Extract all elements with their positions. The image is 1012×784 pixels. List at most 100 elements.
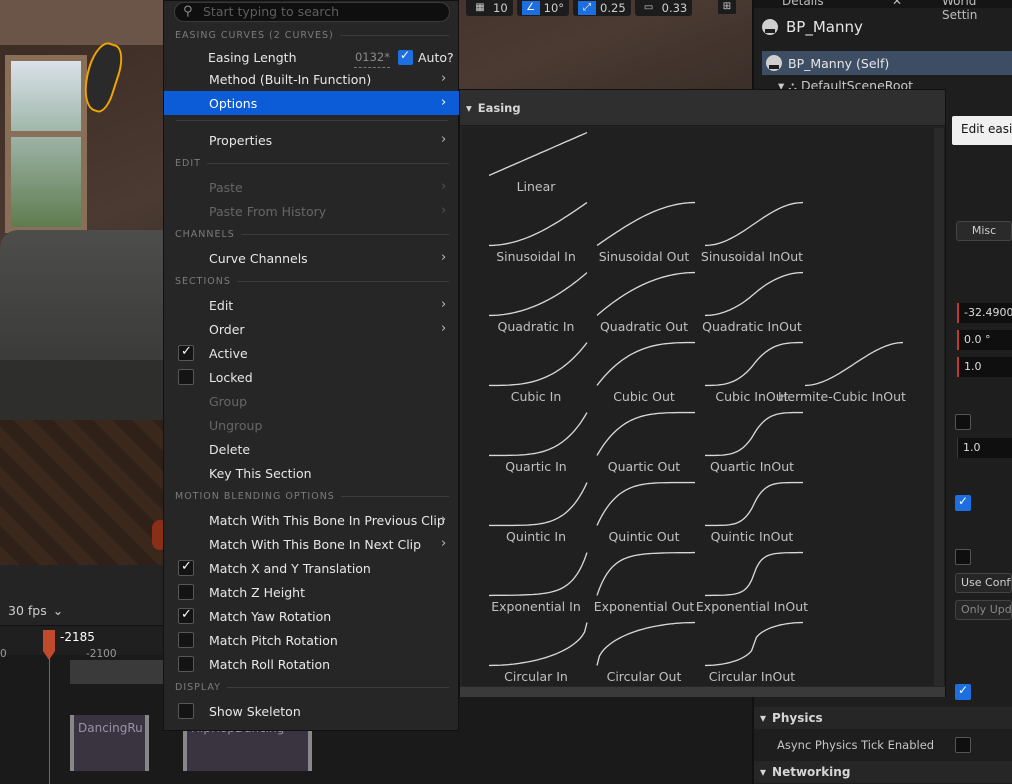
menu-item-match-pitch[interactable]: Match Pitch Rotation [164,628,460,652]
menu-item-paste: Paste › [164,175,460,199]
easing-length-input[interactable]: 0132* [354,48,390,68]
match-pitch-checkbox[interactable] [178,632,194,648]
easing-option-quint-inout[interactable]: Quintic InOut [678,477,803,547]
menu-item-match-next-clip[interactable]: Match With This Bone In Next Clip › [164,532,460,556]
show-skeleton-checkbox[interactable] [178,703,194,719]
linear-curve-icon [488,131,588,177]
rotation-field[interactable]: 0.0 ° [957,330,1012,350]
menu-item-key-this-section[interactable]: Key This Section [164,461,460,485]
menu-item-show-skeleton[interactable]: Show Skeleton [164,699,460,723]
easing-option-quint-out[interactable]: Quintic Out [570,477,695,547]
easing-option-cubic-out[interactable]: Cubic Out [570,337,695,407]
hermite-curve-icon [804,341,904,387]
property-value-field[interactable]: 1.0 [957,438,1012,458]
easing-option-expo-out[interactable]: Exponential Out [570,547,695,617]
menu-section-sections: SECTIONS [175,276,449,287]
viewport-layout-button[interactable]: ⊞ [718,0,736,14]
property-checkbox[interactable] [955,549,971,565]
easing-option-circ-in[interactable]: Circular In [462,617,588,686]
section-context-menu: ⚲ Start typing to search EASING CURVES (… [163,0,460,731]
quint-inout-curve-icon [705,481,803,527]
match-xy-checkbox[interactable] [178,559,194,576]
menu-item-options[interactable]: Options › [164,91,460,115]
easing-option-circ-out[interactable]: Circular Out [570,617,695,686]
easing-scrollbar[interactable] [934,128,944,686]
tab-world-settings[interactable]: World Settin [942,0,1012,22]
chevron-right-icon: › [441,250,447,265]
details-tab-bar: Details ✕ World Settin [754,0,1012,22]
angle-snap-control[interactable]: ∠ 10° [516,0,570,16]
tab-details[interactable]: Details [782,0,824,8]
easing-option-linear[interactable]: Linear [462,127,588,197]
details-actor-header: BP_Manny [762,18,863,36]
menu-item-match-yaw[interactable]: Match Yaw Rotation [164,604,460,628]
property-combo-box[interactable]: Only Upda [955,600,1012,620]
locked-checkbox[interactable] [178,369,194,385]
playback-range-bar[interactable] [70,660,165,684]
scale-snap-control[interactable]: ⤢ 0.25 [573,0,631,16]
menu-item-match-prev-clip[interactable]: Match With This Bone In Previous Clip › [164,508,460,532]
viewport-sofa-seat [0,360,165,420]
section-physics[interactable]: ▾ Physics [754,707,1012,729]
menu-item-match-roll[interactable]: Match Roll Rotation [164,652,460,676]
menu-item-order[interactable]: Order › [164,317,460,341]
component-tree-self[interactable]: BP_Manny (Self) [762,51,1012,75]
playhead-frame-label: -2185 [60,630,95,644]
section-networking[interactable]: ▾ Networking [754,761,1012,783]
fps-dropdown[interactable]: 30 fps ⌄ [8,599,63,621]
easing-option-quad-inout[interactable]: Quadratic InOut [678,267,804,337]
easing-label: Exponential InOut [695,599,809,614]
easing-option-expo-inout[interactable]: Exponential InOut [678,547,808,617]
easing-option-quad-in[interactable]: Quadratic In [462,267,588,337]
menu-item-locked[interactable]: Locked [164,365,460,389]
grid-snap-value: 10 [493,1,508,15]
easing-option-quad-out[interactable]: Quadratic Out [570,267,695,337]
close-icon[interactable]: ✕ [892,0,902,8]
menu-item-curve-channels[interactable]: Curve Channels › [164,246,460,270]
easing-option-quint-in[interactable]: Quintic In [462,477,588,547]
menu-item-properties[interactable]: Properties › [164,128,460,152]
property-checkbox[interactable] [955,414,971,430]
menu-item-delete[interactable]: Delete [164,437,460,461]
easing-option-hermite[interactable]: Hermite-Cubic InOut [778,337,906,407]
easing-option-quart-in[interactable]: Quartic In [462,407,588,477]
menu-item-active[interactable]: Active [164,341,460,365]
menu-separator [176,120,448,121]
easing-option-sin-inout[interactable]: Sinusoidal InOut [678,197,803,267]
viewport-floor [0,420,165,565]
menu-item-ungroup: Ungroup [209,417,263,433]
async-physics-checkbox[interactable] [955,737,971,753]
match-yaw-checkbox[interactable] [178,607,194,624]
active-checkbox[interactable] [178,344,194,361]
property-combo-box[interactable]: Use Confi [955,573,1012,593]
easing-option-quart-inout[interactable]: Quartic InOut [678,407,803,477]
property-checkbox[interactable] [955,494,971,511]
grid-snap-control[interactable]: ▦ 10 [466,0,513,16]
menu-item-match-z[interactable]: Match Z Height [164,580,460,604]
easing-option-cubic-in[interactable]: Cubic In [462,337,588,407]
menu-item-match-xy[interactable]: Match X and Y Translation [164,556,460,580]
menu-item-method[interactable]: Method (Built-In Function) › [164,67,460,91]
easing-option-quart-out[interactable]: Quartic Out [570,407,695,477]
easing-option-cubic-inout[interactable]: Cubic InOut [678,337,803,407]
misc-filter-button[interactable]: Misc [956,221,1012,241]
auto-checkbox[interactable] [398,48,413,65]
match-z-checkbox[interactable] [178,584,194,600]
section-label: Networking [772,765,851,779]
easing-label: Linear [516,179,556,194]
property-checkbox[interactable] [955,683,971,700]
section-label: Physics [772,711,823,725]
easing-option-sin-out[interactable]: Sinusoidal Out [570,197,695,267]
clip-label: DancingRu [78,721,143,735]
anim-clip-dancing-run[interactable]: DancingRu [70,715,149,771]
camera-speed-control[interactable]: ▭ 0.33 [634,0,693,16]
match-roll-checkbox[interactable] [178,656,194,672]
location-x-field[interactable]: -32.49009 [957,303,1012,323]
easing-option-circ-inout[interactable]: Circular InOut [678,617,803,686]
easing-label: Circular InOut [708,669,796,684]
menu-search-input[interactable]: ⚲ Start typing to search [174,2,450,22]
scale-field[interactable]: 1.0 [957,357,1012,377]
easing-option-expo-in[interactable]: Exponential In [462,547,588,617]
easing-option-sin-in[interactable]: Sinusoidal In [462,197,588,267]
menu-item-edit[interactable]: Edit › [164,293,460,317]
